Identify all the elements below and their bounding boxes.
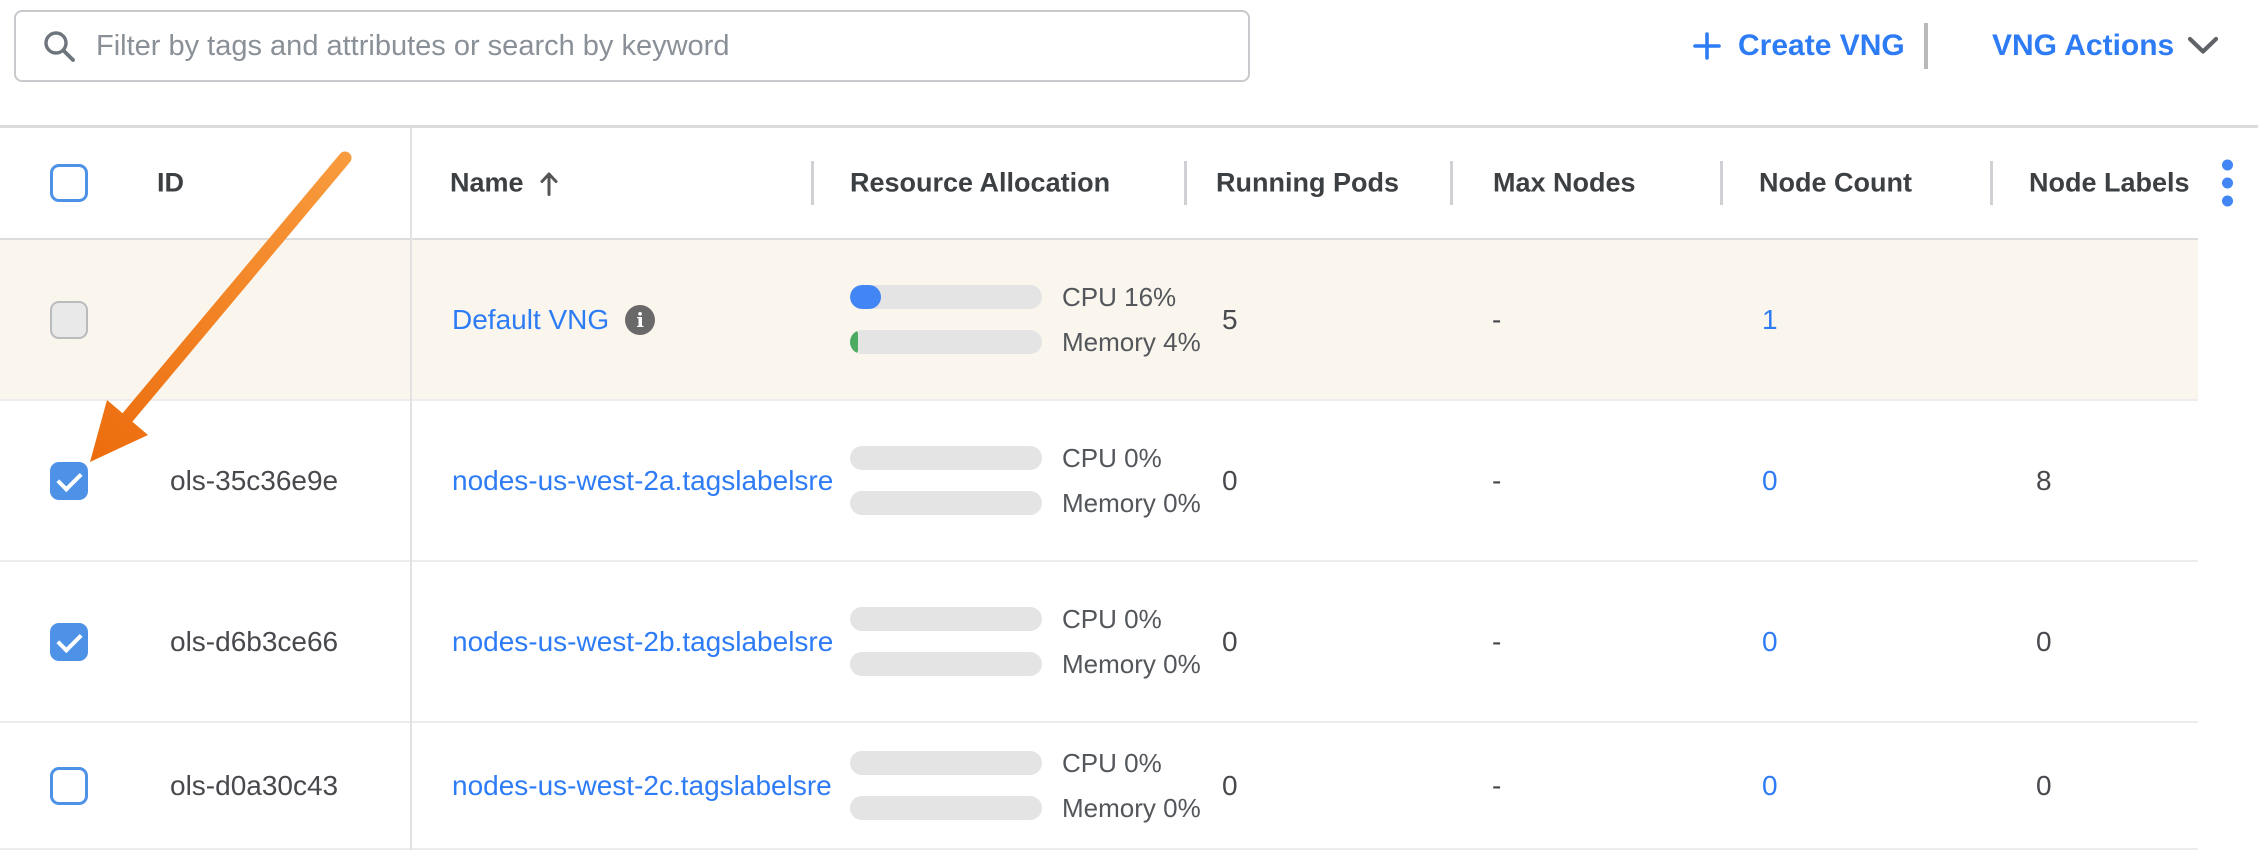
header-divider [1184,161,1187,205]
running-pods-value: 0 [1222,770,1238,802]
memory-label: Memory 4% [1062,327,1201,358]
memory-bar [850,491,1042,515]
select-all-checkbox[interactable] [50,164,88,202]
resource-allocation-cell: CPU 0% Memory 0% [850,604,1201,680]
create-vng-label: Create VNG [1738,29,1905,63]
filter-search-box [14,10,1250,82]
memory-bar [850,652,1042,676]
column-header-max-nodes[interactable]: Max Nodes [1493,168,1636,199]
node-labels-value: 0 [2036,770,2052,802]
table-row: ols-35c36e9e nodes-us-west-2a.tagslabels… [0,401,2198,562]
create-vng-button[interactable]: Create VNG [1692,29,1905,63]
cpu-bar [850,446,1042,470]
toolbar-divider [1924,23,1928,69]
resource-allocation-cell: CPU 0% Memory 0% [850,748,1201,824]
resource-allocation-cell: CPU 0% Memory 0% [850,443,1201,519]
table-header-row: ID Name Resource Allocation Running Pods… [0,128,2198,240]
row-checkbox[interactable] [50,623,88,661]
cpu-label: CPU 16% [1062,282,1176,313]
header-divider [1990,161,1993,205]
header-divider [1450,161,1453,205]
memory-bar-fill [850,330,858,354]
column-header-node-labels[interactable]: Node Labels [2029,168,2190,199]
running-pods-value: 5 [1222,304,1238,336]
max-nodes-value: - [1492,770,1501,802]
node-labels-value: 8 [2036,465,2052,497]
max-nodes-value: - [1492,304,1501,336]
vng-name-link[interactable]: Default VNG [452,304,609,336]
table-row: ols-d0a30c43 nodes-us-west-2c.tagslabels… [0,723,2198,850]
vng-actions-dropdown[interactable]: VNG Actions [1992,29,2219,63]
vng-id: ols-d0a30c43 [170,770,338,802]
node-count-link[interactable]: 0 [1762,465,1778,497]
cpu-bar-fill [850,285,881,309]
header-divider [1720,161,1723,205]
table-row: Default VNG CPU 16% Memory 4% 5 - 1 [0,240,2198,401]
cpu-bar [850,285,1042,309]
vng-id: ols-d6b3ce66 [170,626,338,658]
cpu-label: CPU 0% [1062,443,1162,474]
header-divider [811,161,814,205]
cpu-label: CPU 0% [1062,604,1162,635]
node-labels-value: 0 [2036,626,2052,658]
table-body: Default VNG CPU 16% Memory 4% 5 - 1 [0,240,2198,850]
column-divider [410,128,412,850]
search-icon [42,29,76,63]
cpu-label: CPU 0% [1062,748,1162,779]
max-nodes-value: - [1492,465,1501,497]
column-header-id[interactable]: ID [157,168,184,199]
cpu-bar [850,751,1042,775]
cpu-bar [850,607,1042,631]
node-count-link[interactable]: 0 [1762,626,1778,658]
search-input[interactable] [96,30,1224,63]
column-header-running-pods[interactable]: Running Pods [1216,168,1399,199]
vng-name-link[interactable]: nodes-us-west-2c.tagslabelsre [452,770,832,802]
plus-icon [1692,31,1722,61]
table-row: ols-d6b3ce66 nodes-us-west-2b.tagslabels… [0,562,2198,723]
memory-bar [850,796,1042,820]
column-header-node-count[interactable]: Node Count [1759,168,1912,199]
sort-ascending-icon [538,169,560,197]
info-icon[interactable] [625,305,655,335]
running-pods-value: 0 [1222,465,1238,497]
row-checkbox [50,301,88,339]
vng-name-link[interactable]: nodes-us-west-2b.tagslabelsre [452,626,833,658]
max-nodes-value: - [1492,626,1501,658]
node-count-link[interactable]: 0 [1762,770,1778,802]
memory-label: Memory 0% [1062,793,1201,824]
kebab-menu-icon[interactable] [2222,160,2233,207]
vng-name-link[interactable]: nodes-us-west-2a.tagslabelsre [452,465,833,497]
chevron-down-icon [2187,36,2219,56]
vng-table: ID Name Resource Allocation Running Pods… [0,128,2198,850]
node-count-link[interactable]: 1 [1762,304,1778,336]
vng-actions-label: VNG Actions [1992,29,2174,63]
vng-id: ols-35c36e9e [170,465,338,497]
memory-label: Memory 0% [1062,488,1201,519]
row-checkbox[interactable] [50,462,88,500]
running-pods-value: 0 [1222,626,1238,658]
resource-allocation-cell: CPU 16% Memory 4% [850,282,1201,358]
memory-label: Memory 0% [1062,649,1201,680]
column-header-name[interactable]: Name [450,168,560,199]
column-header-resource-allocation[interactable]: Resource Allocation [850,168,1110,199]
row-checkbox[interactable] [50,767,88,805]
memory-bar [850,330,1042,354]
